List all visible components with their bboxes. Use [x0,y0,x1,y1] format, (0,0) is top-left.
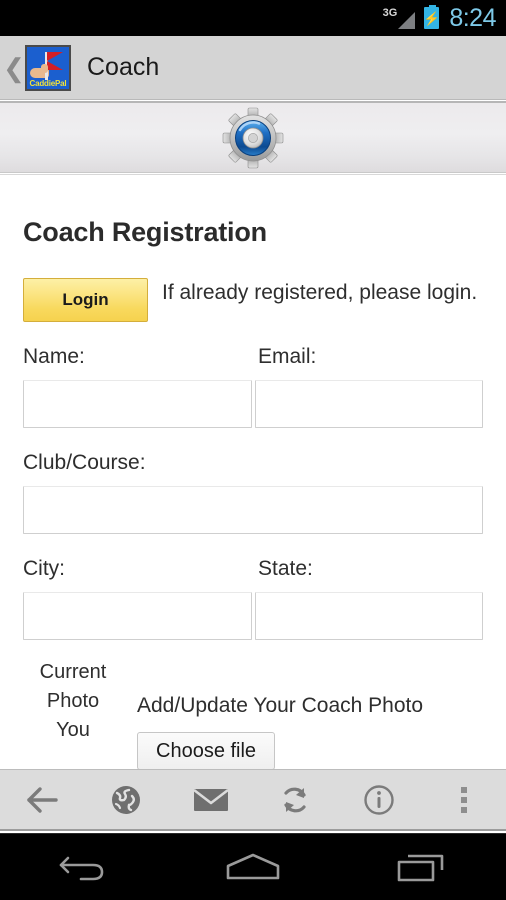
name-email-input-row [23,380,483,428]
name-email-label-row: Name: Email: [23,346,483,367]
toolbar-web-button[interactable] [84,770,168,829]
refresh-icon [279,784,311,816]
login-note: If already registered, please login. [162,281,478,304]
city-state-label-row: City: State: [23,558,483,579]
envelope-icon [193,787,229,813]
login-row: Login If already registered, please logi… [23,278,483,322]
nav-recents-icon [396,850,448,884]
nav-recents-button[interactable] [337,850,506,884]
state-input[interactable] [254,592,483,640]
page-title: Coach [87,53,160,81]
current-photo-line1: Current [39,661,107,683]
globe-icon [110,784,142,816]
toolbar-info-button[interactable] [337,770,421,829]
club-course-label-row: Club/Course: [23,452,483,473]
webview-content: Coach Registration Login If already regi… [0,174,506,769]
caddiepal-app-icon[interactable]: CaddiePal [25,44,71,91]
city-input[interactable] [23,592,252,640]
toolbar-back-button[interactable] [0,770,84,829]
current-photo-column: Current Photo You [23,658,123,769]
club-course-input-row [23,486,483,534]
registration-heading: Coach Registration [23,217,267,247]
gear-settings-icon[interactable] [222,107,284,169]
overflow-menu-icon [460,786,467,813]
toolbar-overflow-button[interactable] [422,770,506,829]
name-input[interactable] [23,380,252,428]
device-screen: 3G ⚡ 8:24 ❮ CaddiePal Coach Coach Regist… [0,0,506,900]
red-flag-shape [47,51,63,70]
login-button[interactable]: Login [23,278,148,322]
app-icon-brand-label: CaddiePal [29,78,67,88]
coach-photo-section: Current Photo You Add/Update Your Coach … [23,658,483,769]
state-label: State: [258,557,313,580]
app-bottom-toolbar [0,769,506,831]
back-arrow-icon [24,785,60,815]
nav-home-button[interactable] [169,850,338,884]
battery-charging-icon: ⚡ [423,5,440,29]
photo-upload-title: Add/Update Your Coach Photo [137,694,424,717]
nav-back-icon [59,850,109,884]
status-bar: 3G ⚡ 8:24 [0,0,506,36]
toolbar-email-button[interactable] [169,770,253,829]
photo-upload-column: Add/Update Your Coach Photo Choose file [123,658,423,769]
system-navigation-bar [0,833,506,900]
back-chevron-icon[interactable]: ❮ [3,55,25,81]
info-icon [363,784,395,816]
current-photo-line3: You [56,719,90,741]
bolt-glyph: ⚡ [423,10,440,26]
nav-home-icon [224,850,282,884]
thumb-shape [41,63,48,73]
status-bar-clock: 8:24 [449,3,496,32]
city-label: City: [23,557,65,580]
current-photo-line2: Photo [46,690,100,712]
signal-triangle [398,12,416,29]
nav-back-button[interactable] [0,850,169,884]
club-course-label: Club/Course: [23,451,146,474]
club-course-input[interactable] [23,486,483,534]
email-input[interactable] [254,380,483,428]
email-label: Email: [258,345,317,368]
choose-file-button[interactable]: Choose file [137,732,276,769]
gear-header-panel [0,101,506,173]
city-state-input-row [23,592,483,640]
name-label: Name: [23,345,85,368]
action-bar: ❮ CaddiePal Coach [0,36,506,100]
signal-bars-icon: 3G [383,7,416,29]
network-type-label: 3G [382,7,398,19]
toolbar-refresh-button[interactable] [253,770,337,829]
